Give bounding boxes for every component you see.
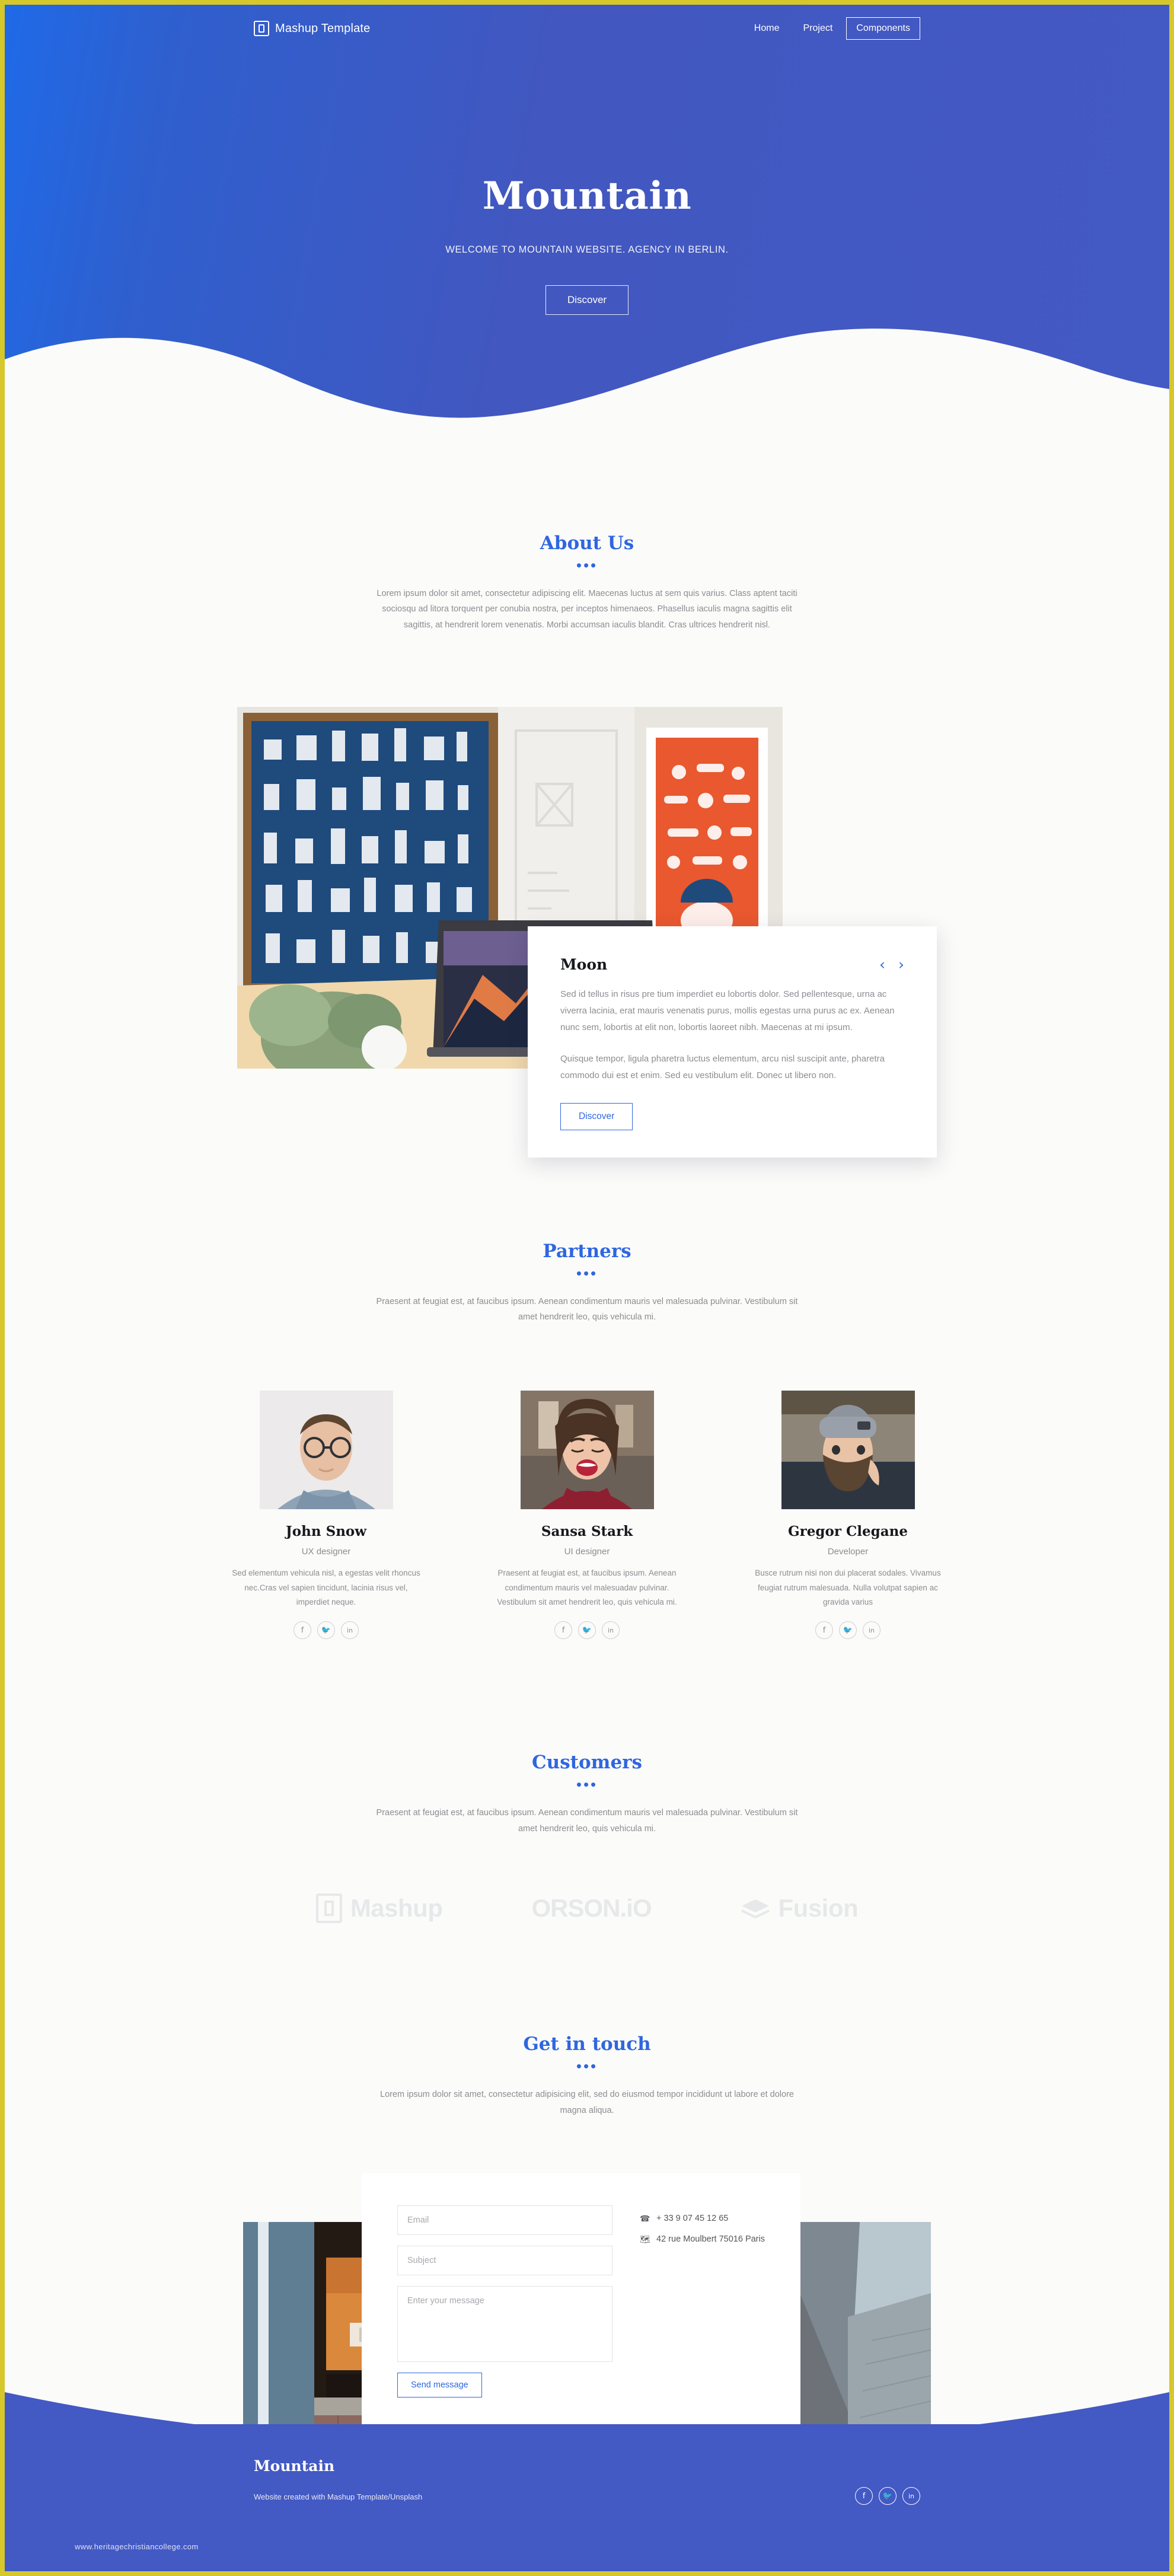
about-title: About Us	[540, 533, 634, 554]
twitter-icon[interactable]: 🐦	[578, 1621, 596, 1640]
about-section: About Us ••• Lorem ipsum dolor sit amet,…	[5, 420, 1169, 1158]
contact-title: Get in touch	[523, 2033, 651, 2055]
chevron-left-icon[interactable]: ‹	[879, 957, 885, 972]
hero-section: Mashup Template Home Project Components …	[5, 5, 1169, 420]
footer-brand: Mountain	[254, 2457, 335, 2475]
partners-grid: John Snow UX designer Sed elementum vehi…	[5, 1391, 1169, 1640]
about-description: Lorem ipsum dolor sit amet, consectetur …	[377, 588, 797, 630]
footer-socials: f 🐦 in	[855, 2457, 920, 2505]
linkedin-icon[interactable]: in	[341, 1621, 359, 1640]
customer-logo-label: Fusion	[778, 1894, 859, 1923]
twitter-icon[interactable]: 🐦	[879, 2487, 897, 2505]
partner-socials: f 🐦 in	[225, 1621, 427, 1640]
moon-card-header: Moon ‹ ›	[560, 956, 904, 973]
facebook-icon[interactable]: f	[855, 2487, 873, 2505]
hero-discover-button[interactable]: Discover	[545, 285, 629, 315]
facebook-icon[interactable]: f	[294, 1621, 311, 1640]
partner-card: John Snow UX designer Sed elementum vehi…	[225, 1391, 427, 1640]
partner-avatar	[781, 1391, 915, 1510]
customers-title: Customers	[532, 1752, 642, 1774]
brand-logo[interactable]: Mashup Template	[254, 21, 371, 36]
phone-icon: ☎	[640, 2213, 650, 2223]
customer-logo-label: ORSON.iO	[531, 1894, 652, 1923]
map-icon: 🗺	[640, 2234, 650, 2244]
about-dots: •••	[576, 556, 598, 574]
customer-logos: Mashup ORSON.iO Fusion	[5, 1893, 1169, 1924]
contact-description: Lorem ipsum dolor sit amet, consectetur …	[380, 2089, 794, 2115]
nav-links: Home Project Components	[744, 17, 920, 40]
brand-label: Mashup Template	[275, 21, 371, 35]
moon-carousel-controls: ‹ ›	[879, 957, 904, 972]
partner-socials: f 🐦 in	[486, 1621, 688, 1640]
footer-wave-divider	[5, 2392, 1169, 2429]
customer-logo-orson: ORSON.iO	[531, 1894, 652, 1923]
moon-card-title: Moon	[560, 956, 608, 974]
partner-card: Sansa Stark UI designer Praesent at feug…	[486, 1391, 688, 1640]
customer-logo-label: Mashup	[350, 1894, 443, 1923]
subject-field[interactable]	[397, 2245, 613, 2275]
mashup-book-icon	[254, 21, 269, 36]
partner-name: Gregor Clegane	[788, 1523, 908, 1540]
hero-title: Mountain	[482, 174, 692, 218]
footer-row: Mountain Website created with Mashup Tem…	[254, 2457, 920, 2505]
partner-card: Gregor Clegane Developer Busce rutrum ni…	[747, 1391, 949, 1640]
partner-avatar	[259, 1391, 393, 1510]
facebook-icon[interactable]: f	[554, 1621, 572, 1640]
customer-logo-mashup: Mashup	[315, 1893, 443, 1924]
nav-item-components[interactable]: Components	[846, 17, 920, 40]
contact-address-value: 42 rue Moulbert 75016 Paris	[656, 2234, 765, 2245]
customers-dots: •••	[576, 1775, 598, 1794]
footer-credit: Website created with Mashup Template/Uns…	[254, 2492, 423, 2501]
contact-address-line: 🗺 42 rue Moulbert 75016 Paris	[640, 2234, 765, 2245]
hero-content: Mountain WELCOME TO MOUNTAIN WEBSITE. AG…	[5, 52, 1169, 315]
footer-left: Mountain Website created with Mashup Tem…	[254, 2457, 422, 2501]
partner-bio: Busce rutrum nisi non dui placerat sodal…	[755, 1568, 941, 1606]
linkedin-icon[interactable]: in	[863, 1621, 881, 1640]
hero-wave-divider	[5, 329, 1169, 420]
partner-role: UX designer	[301, 1547, 351, 1557]
chevron-right-icon[interactable]: ›	[898, 957, 904, 972]
hero-subtitle: WELCOME TO MOUNTAIN WEBSITE. AGENCY IN B…	[445, 244, 729, 255]
partners-section: Partners ••• Praesent at feugiat est, at…	[5, 991, 1169, 1640]
contact-phone-line: ☎ + 33 9 07 45 12 65	[640, 2214, 765, 2224]
nav-item-project[interactable]: Project	[793, 17, 843, 40]
partners-dots: •••	[576, 1264, 598, 1283]
message-field[interactable]	[397, 2285, 613, 2362]
customer-logo-fusion: Fusion	[741, 1894, 859, 1923]
partners-title: Partners	[543, 1241, 631, 1263]
facebook-icon[interactable]: f	[815, 1621, 833, 1640]
partner-socials: f 🐦 in	[747, 1621, 949, 1640]
customers-section: Customers ••• Praesent at feugiat est, a…	[5, 1639, 1169, 1924]
about-media: Moon ‹ › Sed id tellus in risus pre tium…	[237, 707, 937, 1158]
contact-phone-value: + 33 9 07 45 12 65	[656, 2214, 729, 2224]
page-root: Mashup Template Home Project Components …	[0, 0, 1174, 2576]
top-navbar: Mashup Template Home Project Components	[5, 5, 1169, 52]
partners-description: Praesent at feugiat est, at faucibus ips…	[376, 1296, 798, 1322]
footer: Mountain Website created with Mashup Tem…	[5, 2358, 1169, 2571]
customers-description: Praesent at feugiat est, at faucibus ips…	[376, 1807, 798, 1834]
linkedin-icon[interactable]: in	[602, 1621, 620, 1640]
twitter-icon[interactable]: 🐦	[317, 1621, 335, 1640]
layers-icon	[741, 1899, 770, 1919]
partner-name: Sansa Stark	[541, 1523, 633, 1540]
partner-bio: Sed elementum vehicula nisl, a egestas v…	[232, 1568, 420, 1606]
partner-avatar	[520, 1391, 654, 1510]
contact-dots: •••	[576, 2057, 598, 2076]
partner-bio: Praesent at feugiat est, at faucibus ips…	[497, 1568, 677, 1606]
book-icon	[315, 1893, 342, 1924]
partner-role: Developer	[827, 1547, 869, 1557]
linkedin-icon[interactable]: in	[902, 2487, 920, 2505]
watermark-text: www.heritagechristiancollege.com	[75, 2542, 199, 2551]
email-field[interactable]	[397, 2205, 613, 2235]
partner-name: John Snow	[285, 1523, 367, 1540]
nav-item-home[interactable]: Home	[744, 17, 790, 40]
partner-role: UI designer	[564, 1547, 610, 1557]
twitter-icon[interactable]: 🐦	[839, 1621, 857, 1640]
